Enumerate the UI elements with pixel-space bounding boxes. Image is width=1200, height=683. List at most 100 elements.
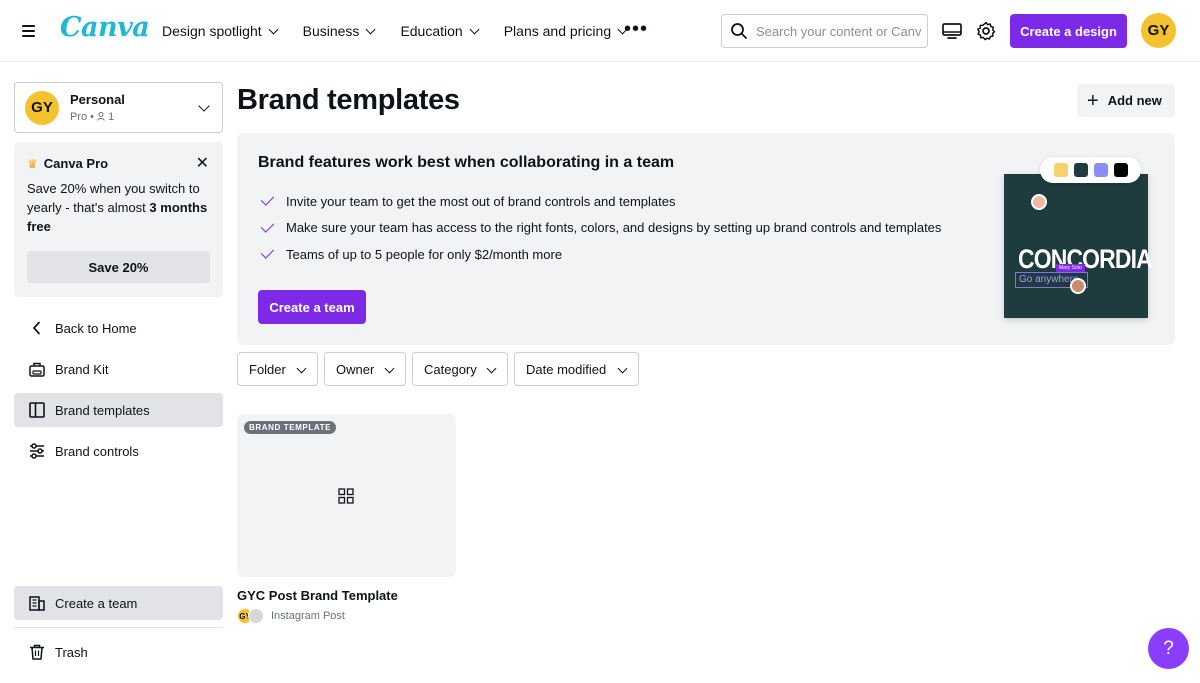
filter-label: Owner — [336, 361, 375, 377]
nav-plans-pricing[interactable]: Plans and pricing — [503, 22, 628, 40]
color-swatch — [1074, 163, 1088, 177]
nav-design-spotlight[interactable]: Design spotlight — [162, 22, 279, 40]
sidebar-item-label: Trash — [55, 644, 88, 660]
help-button[interactable]: ? — [1148, 628, 1189, 669]
chevron-down-icon — [617, 363, 628, 374]
filter-folder[interactable]: Folder — [237, 352, 318, 386]
color-palette — [1040, 157, 1141, 183]
filter-label: Category — [424, 361, 477, 377]
sidebar-item-brand-templates[interactable]: Brand templates — [14, 393, 223, 427]
list-item: Invite your team to get the most out of … — [258, 188, 941, 215]
sidebar-item-brand-kit[interactable]: Brand Kit — [14, 352, 223, 386]
sidebar-item-label: Brand Kit — [55, 361, 109, 377]
color-swatch — [1054, 163, 1068, 177]
sidebar-item-brand-controls[interactable]: Brand controls — [14, 434, 223, 468]
promo-body: Save 20% when you switch to yearly - tha… — [27, 179, 210, 236]
template-meta: GY Instagram Post — [237, 608, 345, 624]
color-swatch — [1114, 163, 1128, 177]
illustration-card: CONCORDIA Mary Soto Go anywhere — [1004, 174, 1153, 318]
save-20-button[interactable]: Save 20% — [27, 251, 210, 283]
shared-avatar — [248, 608, 264, 624]
account-switcher[interactable]: GY Personal Pro • 1 — [14, 82, 223, 133]
crown-icon: ♛ — [27, 156, 38, 171]
create-design-button[interactable]: Create a design — [1010, 14, 1127, 48]
team-promo-banner: Brand features work best when collaborat… — [237, 133, 1175, 345]
nav-label: Education — [400, 23, 463, 39]
search-icon — [731, 23, 747, 39]
add-new-button[interactable]: + Add new — [1077, 84, 1175, 117]
monitor-icon[interactable] — [941, 20, 963, 42]
benefit-text: Make sure your team has access to the ri… — [286, 220, 942, 236]
illustration-brand-word: CONCORDIA — [1018, 244, 1153, 274]
plus-icon: + — [1087, 89, 1099, 112]
chevron-down-icon — [198, 100, 210, 112]
account-info: Personal Pro • 1 — [70, 92, 125, 123]
gear-icon[interactable] — [975, 20, 997, 42]
nav-education[interactable]: Education — [400, 22, 480, 40]
account-plan-line: Pro • 1 — [70, 111, 125, 123]
list-item: Make sure your team has access to the ri… — [258, 215, 941, 242]
sidebar-item-trash[interactable]: Trash — [14, 635, 223, 669]
add-new-label: Add new — [1107, 93, 1162, 108]
search-input[interactable] — [756, 23, 921, 39]
canva-logo[interactable]: Canva — [60, 12, 150, 43]
chevron-down-icon — [384, 363, 395, 374]
main-nav: Design spotlight Business Education Plan… — [162, 22, 652, 40]
trash-icon — [27, 642, 47, 662]
chevron-down-icon — [469, 24, 480, 34]
close-icon[interactable]: ✕ — [196, 153, 209, 173]
building-icon — [27, 593, 47, 613]
banner-benefits-list: Invite your team to get the most out of … — [258, 188, 941, 268]
more-icon[interactable]: ••• — [624, 19, 648, 39]
nav-label: Business — [302, 23, 360, 39]
avatar — [1070, 278, 1086, 294]
avatar[interactable]: GY — [1141, 13, 1176, 48]
account-avatar: GY — [25, 90, 59, 125]
chevron-left-icon — [27, 318, 47, 338]
account-name: Personal — [70, 92, 125, 107]
brand-kit-icon — [27, 359, 47, 379]
sidebar-item-label: Create a team — [55, 595, 138, 611]
nav-label: Design spotlight — [162, 23, 262, 39]
chevron-down-icon — [296, 363, 307, 374]
check-icon — [260, 192, 275, 206]
search-box[interactable] — [721, 14, 928, 48]
template-name[interactable]: GYC Post Brand Template — [237, 588, 398, 603]
benefit-text: Invite your team to get the most out of … — [286, 193, 676, 209]
sidebar-item-label: Back to Home — [55, 320, 137, 336]
benefit-text: Teams of up to 5 people for only $2/mont… — [286, 246, 563, 262]
avatar — [1031, 194, 1047, 210]
promo-title: Canva Pro — [43, 156, 109, 171]
banner-title: Brand features work best when collaborat… — [258, 154, 675, 171]
page-title: Brand templates — [237, 84, 460, 116]
sliders-icon — [27, 441, 47, 461]
template-layout-icon — [27, 400, 47, 420]
menu-icon[interactable] — [22, 21, 40, 41]
filter-category[interactable]: Category — [412, 352, 508, 386]
person-icon — [97, 112, 105, 121]
nav-label: Plans and pricing — [503, 23, 612, 39]
template-thumbnail[interactable]: BRAND TEMPLATE — [237, 414, 456, 577]
template-type: Instagram Post — [271, 610, 345, 622]
cursor-name-tag: Mary Soto — [1056, 264, 1085, 272]
sidebar-item-create-team[interactable]: Create a team — [14, 586, 223, 620]
pro-promo-card: ♛ Canva Pro ✕ Save 20% when you switch t… — [14, 142, 223, 297]
sidebar-item-label: Brand controls — [55, 443, 139, 459]
filter-label: Folder — [249, 361, 286, 377]
brand-illustration: CONCORDIA Mary Soto Go anywhere — [1004, 157, 1154, 327]
nav-business[interactable]: Business — [302, 22, 376, 40]
account-members: 1 — [108, 111, 115, 123]
sidebar-item-label: Brand templates — [55, 402, 150, 418]
create-team-button[interactable]: Create a team — [258, 290, 366, 324]
chevron-down-icon — [268, 24, 279, 34]
top-bar: Canva Design spotlight Business Educatio… — [0, 0, 1200, 62]
filter-owner[interactable]: Owner — [324, 352, 406, 386]
sidebar-divider — [14, 627, 223, 628]
check-icon — [260, 245, 275, 259]
color-swatch — [1094, 163, 1108, 177]
filter-date-modified[interactable]: Date modified — [514, 352, 639, 386]
filter-label: Date modified — [526, 361, 607, 377]
sidebar-item-back-home[interactable]: Back to Home — [14, 311, 223, 345]
check-icon — [260, 219, 275, 233]
chevron-down-icon — [486, 363, 497, 374]
